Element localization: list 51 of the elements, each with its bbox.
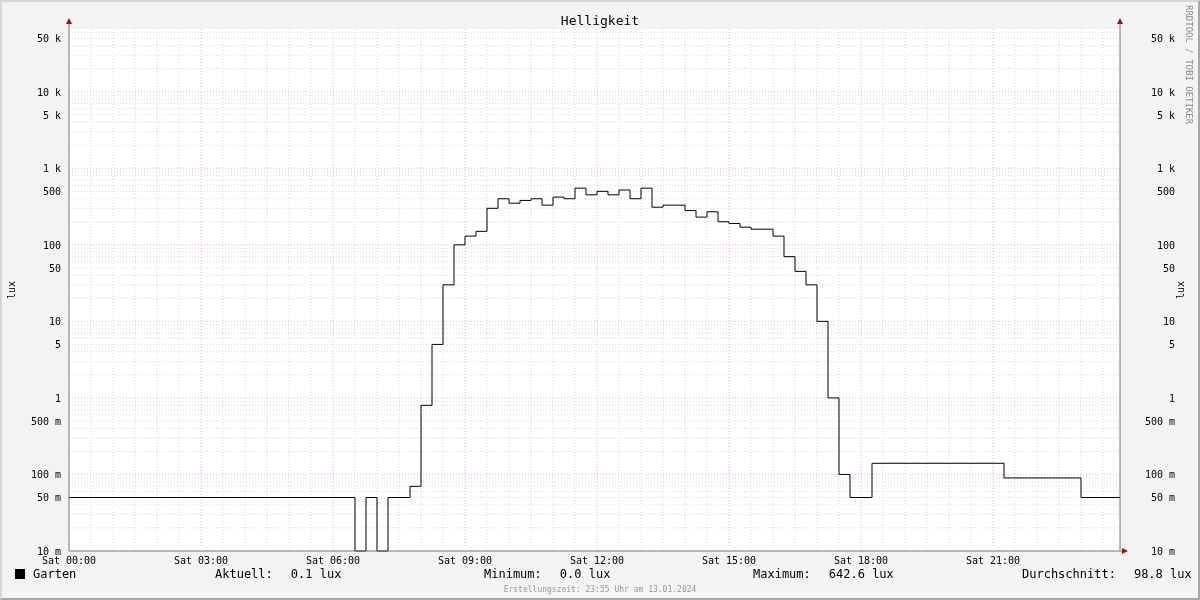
y-tick-label: 500: [1156, 186, 1175, 198]
credit-text: RRDTOOL / TOBI OETIKER: [1184, 5, 1194, 125]
stat-label: Durchschnitt:: [1022, 567, 1116, 581]
y-tick-label: 500: [42, 186, 61, 198]
stat-value: 0.0 lux: [559, 567, 611, 581]
y-tick-label: 100: [42, 239, 61, 251]
footer-text: Erstellungszeit: 23:55 Uhr am 13.01.2024: [503, 585, 697, 594]
stat-label: Aktuell:: [215, 567, 273, 581]
x-tick-label: Sat 06:00: [305, 555, 361, 565]
y-tick-label: 50: [1162, 262, 1175, 274]
y-tick-label: 1: [54, 392, 61, 404]
x-tick-label: Sat 00:00: [41, 555, 97, 565]
chart-title: Helligkeit: [560, 13, 640, 28]
y-tick-label: 50 k: [36, 33, 61, 45]
stat-value: 98.8 lux: [1133, 567, 1192, 581]
y-tick-label: 500 m: [1144, 415, 1175, 427]
y-tick-label: 5 k: [1156, 109, 1175, 121]
y-tick-label: 10: [48, 316, 61, 328]
y-tick-label: 500 m: [30, 415, 61, 427]
y-tick-label: 100 m: [1144, 469, 1175, 481]
y-tick-label: 50 m: [36, 492, 61, 504]
y-tick-label: 50 m: [1150, 492, 1175, 504]
y-tick-label: 5: [54, 339, 61, 351]
y-tick-label: 50: [48, 262, 61, 274]
y-tick-label: 50 k: [1150, 33, 1175, 45]
stat-value: 642.6 lux: [828, 567, 894, 581]
y-tick-label: 10 k: [36, 86, 61, 98]
x-tick-label: Sat 15:00: [701, 555, 757, 565]
x-tick-label: Sat 03:00: [173, 555, 229, 565]
stat-label: Maximum:: [753, 567, 811, 581]
y-tick-label: 5: [1168, 339, 1175, 351]
axis-title: lux: [1175, 280, 1186, 300]
x-tick-label: Sat 12:00: [569, 555, 625, 565]
y-tick-label: 10 m: [36, 546, 61, 557]
axis-title: lux: [6, 280, 17, 300]
x-tick-label: Sat 09:00: [437, 555, 493, 565]
y-tick-label: 10: [1162, 316, 1175, 328]
y-tick-label: 1 k: [1156, 163, 1175, 175]
legend-label: Garten: [33, 567, 77, 581]
y-tick-label: 1: [1168, 392, 1175, 404]
x-tick-label: Sat 18:00: [833, 555, 889, 565]
y-tick-label: 5 k: [42, 109, 61, 121]
stat-value: 0.1 lux: [290, 567, 342, 581]
y-tick-label: 100 m: [30, 469, 61, 481]
legend-swatch: [15, 569, 25, 579]
y-tick-label: 10 k: [1150, 86, 1175, 98]
x-tick-label: Sat 21:00: [965, 555, 1021, 565]
stat-label: Minimum:: [484, 567, 542, 581]
y-tick-label: 10 m: [1150, 546, 1175, 557]
y-tick-label: 1 k: [42, 163, 61, 175]
y-tick-label: 100: [1156, 239, 1175, 251]
